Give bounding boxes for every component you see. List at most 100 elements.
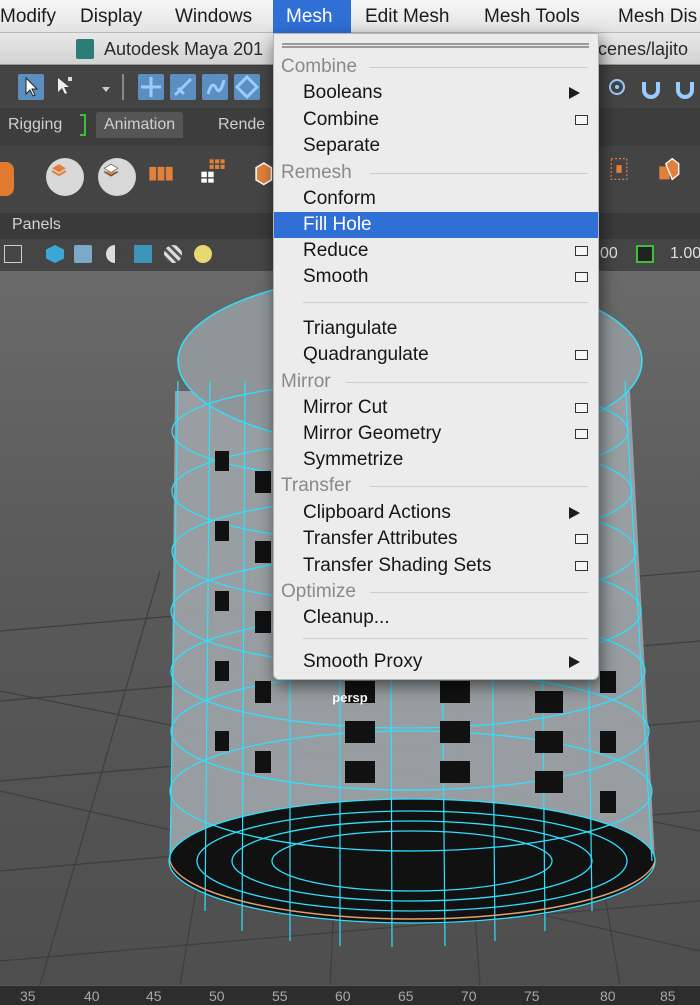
menu-item-separate[interactable]: Separate <box>274 133 598 159</box>
shelf-layers-icon[interactable] <box>98 158 136 196</box>
menu-mesh[interactable]: Mesh <box>273 0 351 33</box>
menu-display[interactable]: Display <box>80 0 142 33</box>
menu-item-label: Separate <box>303 135 381 156</box>
section-divider <box>370 592 588 593</box>
main-menubar: Modify Display Windows Mesh Edit Mesh Me… <box>0 0 700 33</box>
menu-item-label: Fill Hole <box>303 214 372 235</box>
menu-item-smooth-proxy[interactable]: Smooth Proxy <box>274 649 598 675</box>
section-optimize: Optimize <box>274 579 598 605</box>
shadows-icon[interactable] <box>164 245 182 263</box>
lighting-icon[interactable] <box>106 245 124 263</box>
menu-modify[interactable]: Modify <box>0 0 66 33</box>
panels-menu[interactable]: Panels <box>12 216 61 234</box>
section-mirror: Mirror <box>274 369 598 395</box>
snap-point-icon[interactable] <box>202 74 228 100</box>
section-divider <box>370 173 588 174</box>
menu-item-label: Smooth Proxy <box>303 651 423 672</box>
shelf-cube-icon[interactable] <box>250 160 273 194</box>
menu-windows[interactable]: Windows <box>175 0 252 33</box>
menu-item-quadrangulate[interactable]: Quadrangulate <box>274 342 598 368</box>
menu-edit-mesh[interactable]: Edit Mesh <box>365 0 449 33</box>
menu-item-label: Reduce <box>303 240 369 261</box>
menu-item-conform[interactable]: Conform <box>274 186 598 212</box>
tear-off-handle[interactable] <box>282 43 589 48</box>
menu-item-reduce[interactable]: Reduce <box>274 238 598 264</box>
option-box-icon[interactable] <box>575 272 588 282</box>
menu-item-label: Cleanup... <box>303 607 390 628</box>
option-box-icon[interactable] <box>575 115 588 125</box>
option-box-icon[interactable] <box>575 561 588 571</box>
submenu-arrow-icon <box>569 87 580 99</box>
option-box-icon[interactable] <box>575 246 588 256</box>
menu-item-cleanup[interactable]: Cleanup... <box>274 605 598 631</box>
toolbar-dropdown-icon[interactable] <box>93 76 110 102</box>
viewport-field-left[interactable]: 00 <box>600 245 618 263</box>
menu-item-label: Clipboard Actions <box>303 502 451 523</box>
timeline-tick: 60 <box>335 988 351 1004</box>
shelf-bracket-icon <box>80 114 86 136</box>
menu-item-mirror-cut[interactable]: Mirror Cut <box>274 395 598 421</box>
menu-item-transfer-shading-sets[interactable]: Transfer Shading Sets <box>274 553 598 579</box>
shelf-grid-icon[interactable] <box>200 158 238 196</box>
menu-item-mirror-geometry[interactable]: Mirror Geometry <box>274 421 598 447</box>
menu-item-transfer-attributes[interactable]: Transfer Attributes <box>274 526 598 552</box>
menu-item-booleans[interactable]: Booleans <box>274 80 598 106</box>
timeline-tick: 70 <box>461 988 477 1004</box>
lasso-tool-icon[interactable] <box>52 74 78 100</box>
section-label: Mirror <box>281 371 331 392</box>
maya-app-icon <box>76 39 94 59</box>
shelf-tab-rigging[interactable]: Rigging <box>0 112 71 138</box>
wireframe-icon[interactable] <box>46 245 64 263</box>
menu-mesh-display[interactable]: Mesh Dis <box>618 0 697 33</box>
section-divider <box>370 67 588 68</box>
menu-item-label: Conform <box>303 188 376 209</box>
section-remesh: Remesh <box>274 160 598 186</box>
smooth-shade-icon[interactable] <box>74 245 92 263</box>
shelf-extrude-icon[interactable] <box>148 160 186 194</box>
shelf-cylinder-icon[interactable] <box>0 162 14 196</box>
section-divider <box>346 382 588 383</box>
section-divider <box>370 486 588 487</box>
snap-grid-icon[interactable] <box>138 74 164 100</box>
option-box-icon[interactable] <box>575 534 588 544</box>
shelf-bounding-icon[interactable] <box>606 156 642 196</box>
shelf-cube-uv-icon[interactable] <box>46 158 84 196</box>
textured-icon[interactable] <box>134 245 152 263</box>
menu-item-label: Mirror Cut <box>303 397 388 418</box>
section-transfer: Transfer <box>274 473 598 499</box>
menu-item-label: Transfer Attributes <box>303 528 458 549</box>
time-slider[interactable]: 35 40 45 50 55 60 65 70 75 80 85 <box>0 985 700 1005</box>
magnet-icon[interactable] <box>638 74 664 100</box>
timeline-tick: 65 <box>398 988 414 1004</box>
menu-item-triangulate[interactable]: Triangulate <box>274 316 598 342</box>
shelf-cut-icon[interactable] <box>656 156 694 196</box>
section-label: Remesh <box>281 162 352 183</box>
shelf-tab-rendering[interactable]: Rende <box>210 112 274 138</box>
menu-item-fill-hole[interactable]: Fill Hole <box>274 212 598 238</box>
menu-item-symmetrize[interactable]: Symmetrize <box>274 447 598 473</box>
menu-item-label: Triangulate <box>303 318 398 339</box>
timeline-tick: 85 <box>660 988 676 1004</box>
menu-mesh-tools[interactable]: Mesh Tools <box>484 0 580 33</box>
select-tool-icon[interactable] <box>18 74 44 100</box>
render-settings-icon[interactable] <box>604 74 630 100</box>
timeline-tick: 55 <box>272 988 288 1004</box>
magnet-2-icon[interactable] <box>672 74 698 100</box>
menu-item-clipboard-actions[interactable]: Clipboard Actions <box>274 500 598 526</box>
light-bulb-icon[interactable] <box>194 245 212 263</box>
option-box-icon[interactable] <box>575 403 588 413</box>
snap-curve-icon[interactable] <box>170 74 196 100</box>
timeline-tick: 50 <box>209 988 225 1004</box>
menu-item-smooth[interactable]: Smooth <box>274 264 598 290</box>
timeline-tick: 35 <box>20 988 36 1004</box>
text-toggle-icon[interactable] <box>4 245 22 263</box>
menu-separator <box>303 638 588 639</box>
viewport-field-right[interactable]: 1.00 <box>670 245 700 263</box>
option-box-icon[interactable] <box>575 350 588 360</box>
shelf-tab-animation[interactable]: Animation <box>96 112 184 138</box>
menu-item-combine[interactable]: Combine <box>274 107 598 133</box>
snap-view-plane-icon[interactable] <box>234 74 260 100</box>
section-combine: Combine <box>274 54 598 80</box>
xray-toggle-icon[interactable] <box>636 245 654 263</box>
option-box-icon[interactable] <box>575 429 588 439</box>
